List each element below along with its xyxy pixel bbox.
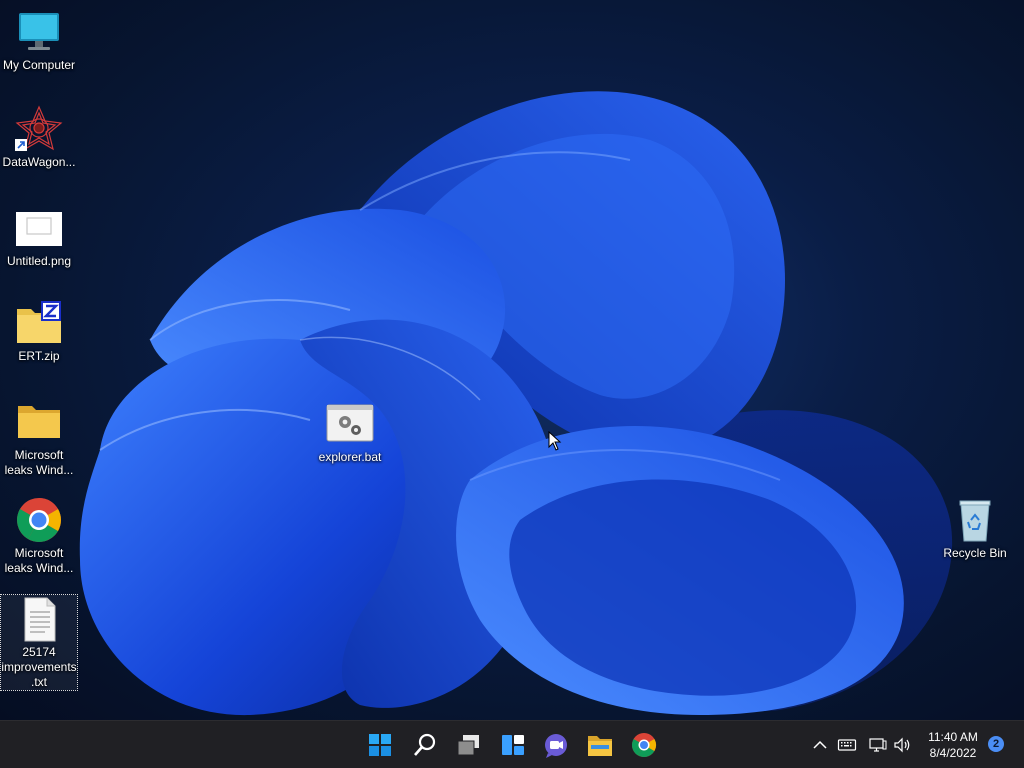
zip-folder-icon: [15, 299, 63, 347]
show-hidden-icons-button[interactable]: [810, 735, 830, 755]
volume-button[interactable]: [892, 735, 912, 755]
task-view-button[interactable]: [451, 727, 487, 763]
start-button[interactable]: [362, 727, 398, 763]
network-button[interactable]: [868, 735, 888, 755]
clock-date: 8/4/2022: [929, 746, 977, 760]
desktop-icon-label: My Computer: [2, 58, 76, 72]
desktop-icon-label: DataWagon...: [2, 155, 76, 169]
chevron-up-icon: [813, 740, 827, 749]
desktop-icon-microsoft-leaks-chrome[interactable]: Microsoft leaks Wind...: [1, 496, 77, 576]
chrome-taskbar-button[interactable]: [626, 727, 662, 763]
desktop-icon-untitled-png[interactable]: Untitled.png: [1, 204, 77, 269]
taskbar: 11:40 AM 8/4/2022: [0, 720, 1024, 768]
desktop-icon-recycle-bin[interactable]: Recycle Bin: [937, 496, 1013, 561]
recycle-bin-icon: [951, 496, 999, 544]
file-explorer-button[interactable]: [582, 727, 618, 763]
desktop-icon-my-computer[interactable]: My Computer: [1, 8, 77, 73]
desktop-icon-label: Microsoft leaks Wind...: [4, 546, 74, 575]
folder-icon: [15, 398, 63, 446]
desktop-icon-ert-zip[interactable]: ERT.zip: [1, 299, 77, 364]
keyboard-icon: [837, 739, 857, 751]
desktop-icon-label: explorer.bat: [318, 450, 382, 464]
desktop-icon-label: ERT.zip: [18, 349, 60, 363]
monitor-icon: [15, 8, 63, 56]
chrome-icon: [631, 733, 657, 758]
desktop-icon-microsoft-leaks-folder[interactable]: Microsoft leaks Wind...: [1, 398, 77, 478]
text-file-icon: [15, 595, 63, 643]
desktop-icon-explorer-bat[interactable]: explorer.bat: [312, 400, 388, 465]
batch-file-icon: [326, 400, 374, 448]
wallpaper-bloom: [79, 91, 953, 716]
desktop-icon-label: 25174 improvements.txt: [1, 645, 77, 689]
chrome-icon: [15, 496, 63, 544]
widgets-button[interactable]: [495, 727, 531, 763]
widgets-icon: [502, 735, 524, 755]
network-icon: [869, 738, 887, 752]
keyboard-button[interactable]: [837, 735, 857, 755]
clock-button[interactable]: 11:40 AM 8/4/2022: [916, 729, 990, 761]
image-file-icon: [15, 204, 63, 252]
chat-button[interactable]: [538, 727, 574, 763]
search-icon: [414, 733, 436, 756]
chat-icon: [545, 734, 567, 758]
app-shortcut-icon: [15, 105, 63, 153]
mouse-cursor-icon: [548, 431, 562, 451]
notification-badge[interactable]: 2: [988, 736, 1004, 752]
desktop-icon-label: Recycle Bin: [943, 546, 1007, 560]
desktop: My Computer DataWagon... Untitled.png ER…: [0, 0, 1024, 720]
desktop-icon-label: Microsoft leaks Wind...: [4, 448, 74, 477]
volume-icon: [894, 737, 910, 753]
search-button[interactable]: [407, 727, 443, 763]
desktop-icon-25174-improvements[interactable]: 25174 improvements.txt: [0, 594, 78, 691]
windows-start-icon: [369, 734, 391, 756]
desktop-icon-label: Untitled.png: [6, 254, 72, 268]
file-explorer-icon: [588, 736, 612, 756]
clock-time: 11:40 AM: [928, 730, 978, 744]
task-view-icon: [457, 735, 479, 756]
desktop-icon-datawagon[interactable]: DataWagon...: [1, 105, 77, 170]
